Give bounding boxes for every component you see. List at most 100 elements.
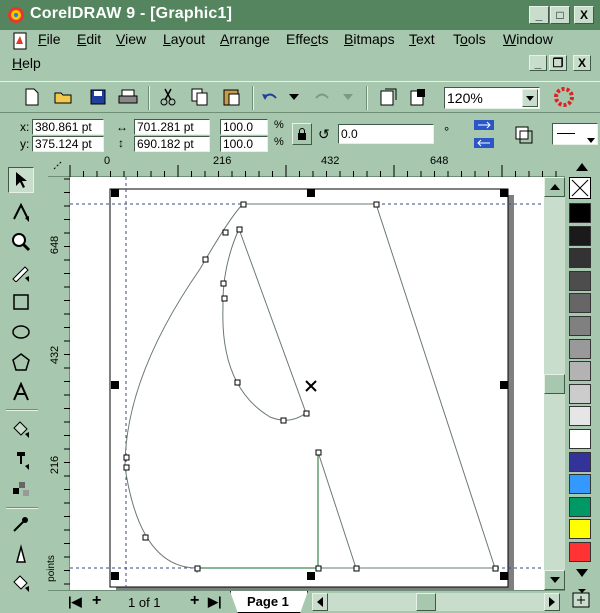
scale-x-field[interactable]: 100.0 xyxy=(220,119,268,135)
y-position-field[interactable]: 375.124 pt xyxy=(32,136,104,152)
maximize-button[interactable]: □ xyxy=(550,6,570,24)
import-icon[interactable] xyxy=(376,85,400,109)
outline-width-select[interactable] xyxy=(552,123,598,145)
menu-label: Effects xyxy=(286,31,329,47)
paste-icon[interactable] xyxy=(220,85,244,109)
doc-minimize-button[interactable]: _ xyxy=(529,55,547,71)
add-page-before-icon[interactable]: + xyxy=(92,592,101,610)
convert-to-curves-icon[interactable] xyxy=(512,123,536,147)
last-page-icon[interactable]: ▶| xyxy=(208,594,222,610)
menu-arrange[interactable]: Arrange xyxy=(220,31,270,49)
coreldraw-app-icon[interactable] xyxy=(6,5,26,25)
vertical-ruler[interactable]: 648 432 216 points xyxy=(46,177,70,590)
chevron-down-icon[interactable] xyxy=(587,131,595,146)
color-swatch[interactable] xyxy=(569,316,591,336)
close-button[interactable]: X xyxy=(574,6,594,24)
width-field[interactable]: 701.281 pt xyxy=(134,119,210,135)
cut-icon[interactable] xyxy=(156,85,180,109)
color-swatch[interactable] xyxy=(569,429,591,449)
new-icon[interactable] xyxy=(20,85,44,109)
scroll-down-button[interactable] xyxy=(544,570,565,590)
horizontal-ruler[interactable]: 0 216 432 648 xyxy=(48,155,565,177)
zoom-level-select[interactable]: 120% xyxy=(444,87,540,109)
color-swatch[interactable] xyxy=(569,203,591,223)
horizontal-scrollbar-track[interactable] xyxy=(328,593,544,611)
chevron-down-icon[interactable] xyxy=(522,89,538,107)
menu-bitmaps[interactable]: Bitmaps xyxy=(344,31,395,49)
color-swatch[interactable] xyxy=(569,451,591,472)
add-page-after-icon[interactable]: + xyxy=(190,592,199,610)
color-swatch[interactable] xyxy=(569,293,591,314)
copy-icon[interactable] xyxy=(188,85,212,109)
interactive-fill-tool-icon[interactable] xyxy=(8,415,34,441)
first-page-icon[interactable]: |◀ xyxy=(68,594,82,610)
menu-view[interactable]: View xyxy=(116,31,146,49)
zoom-tool-icon[interactable] xyxy=(8,229,34,255)
undo-icon[interactable] xyxy=(258,85,282,109)
menu-layout[interactable]: Layout xyxy=(163,31,205,49)
eyedropper-tool-icon[interactable] xyxy=(8,511,34,537)
application-launcher-icon[interactable] xyxy=(552,85,576,109)
ellipse-tool-icon[interactable] xyxy=(8,319,34,345)
color-swatch[interactable] xyxy=(569,542,591,562)
polygon-tool-icon[interactable] xyxy=(8,349,34,375)
export-icon[interactable] xyxy=(406,85,430,109)
interactive-blend-tool-icon[interactable] xyxy=(8,447,34,473)
menu-tools[interactable]: Tools xyxy=(453,31,486,49)
menu-text[interactable]: Text xyxy=(409,31,435,49)
save-icon[interactable] xyxy=(86,85,110,109)
redo-icon[interactable] xyxy=(310,85,334,109)
x-position-field[interactable]: 380.861 pt xyxy=(32,119,104,135)
color-swatch[interactable] xyxy=(569,496,591,517)
drawing-canvas[interactable] xyxy=(70,177,544,590)
mirror-vertical-icon[interactable] xyxy=(472,135,496,151)
palette-scroll-down-icon[interactable] xyxy=(576,565,588,580)
color-swatch[interactable] xyxy=(569,248,591,269)
navigator-corner-icon[interactable] xyxy=(572,592,592,610)
scroll-up-button[interactable] xyxy=(544,177,565,197)
palette-scroll-up-icon[interactable] xyxy=(576,159,588,174)
color-swatch[interactable] xyxy=(569,270,591,291)
doc-restore-button[interactable]: ❐ xyxy=(549,55,567,71)
redo-dropdown-icon[interactable] xyxy=(340,85,356,109)
undo-dropdown-icon[interactable] xyxy=(286,85,302,109)
menu-help[interactable]: Help xyxy=(12,55,41,73)
open-icon[interactable] xyxy=(52,85,76,109)
freehand-tool-icon[interactable] xyxy=(8,259,34,285)
shape-tool-icon[interactable] xyxy=(8,199,34,225)
mirror-horizontal-icon[interactable] xyxy=(472,117,496,133)
fill-tool-icon[interactable] xyxy=(8,569,34,595)
menu-window[interactable]: Window xyxy=(503,31,553,49)
horizontal-scroll-thumb[interactable] xyxy=(416,593,436,611)
vertical-scrollbar[interactable] xyxy=(544,177,565,590)
rectangle-tool-icon[interactable] xyxy=(8,289,34,315)
color-swatch[interactable] xyxy=(569,338,591,359)
page-tab[interactable]: Page 1 xyxy=(230,591,308,613)
scroll-thumb[interactable] xyxy=(544,374,565,394)
menu-effects[interactable]: Effects xyxy=(286,31,329,49)
no-color-swatch[interactable] xyxy=(569,177,591,199)
menu-file[interactable]: File xyxy=(38,31,61,49)
rotation-field[interactable]: 0.0 xyxy=(338,124,434,144)
outline-tool-icon[interactable] xyxy=(8,541,34,567)
interactive-transparency-tool-icon[interactable] xyxy=(8,475,34,501)
text-tool-icon[interactable] xyxy=(8,379,34,405)
color-swatch[interactable] xyxy=(569,361,591,382)
lock-ratio-icon[interactable] xyxy=(292,123,312,145)
color-swatch[interactable] xyxy=(569,406,591,427)
color-swatch[interactable] xyxy=(569,225,591,246)
color-swatch[interactable] xyxy=(569,474,591,495)
print-icon[interactable] xyxy=(116,85,140,109)
menu-edit[interactable]: Edit xyxy=(77,31,101,49)
document-icon[interactable] xyxy=(12,32,30,50)
scale-y-field[interactable]: 100.0 xyxy=(220,136,268,152)
drawing-area[interactable] xyxy=(70,177,544,590)
color-swatch[interactable] xyxy=(569,519,591,540)
scroll-left-button[interactable] xyxy=(312,593,328,611)
color-swatch[interactable] xyxy=(569,383,591,404)
scroll-right-button[interactable] xyxy=(544,593,560,611)
doc-close-button[interactable]: X xyxy=(573,55,591,71)
pick-tool-icon[interactable] xyxy=(8,167,34,193)
minimize-button[interactable]: _ xyxy=(529,6,549,24)
height-field[interactable]: 690.182 pt xyxy=(134,136,210,152)
